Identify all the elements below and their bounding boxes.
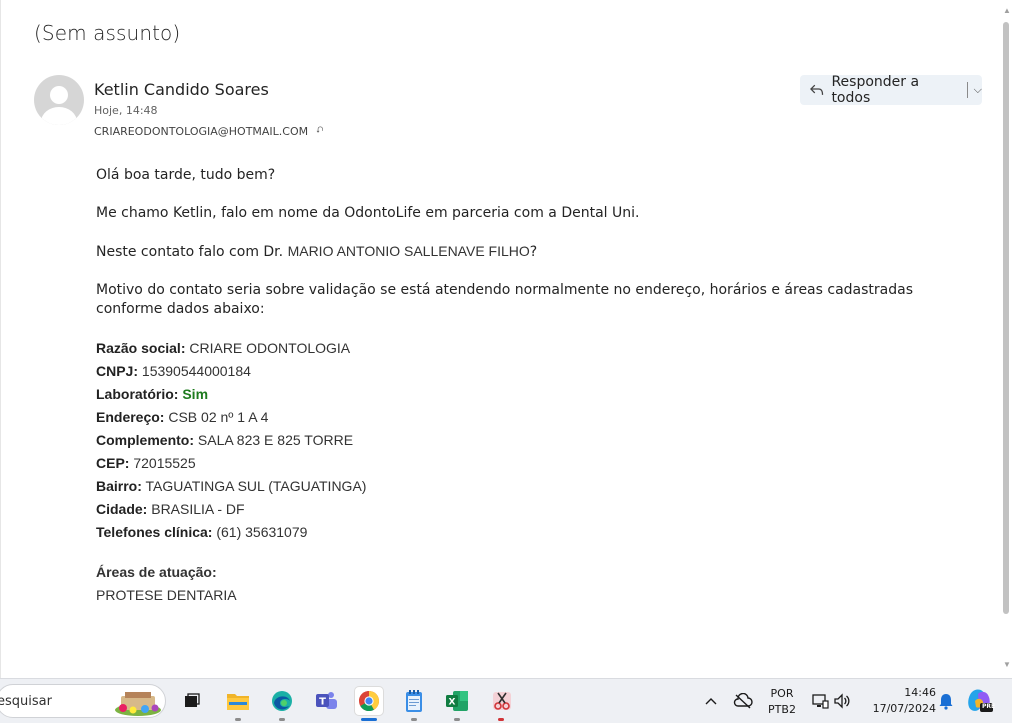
reply-all-icon: [810, 84, 824, 95]
excel-running-indicator: [454, 718, 460, 721]
field-cep: CEP: 72015525: [96, 455, 196, 471]
field-razao-social: Razão social: CRIARE ODONTOLOGIA: [96, 340, 351, 356]
sender-avatar[interactable]: [34, 75, 84, 125]
notepad-running-indicator: [411, 718, 417, 721]
field-endereco: Endereço: CSB 02 nº 1 A 4: [96, 409, 269, 425]
greeting-text: Olá boa tarde, tudo bem?: [96, 167, 276, 183]
reading-pane: (Sem assunto) Ketlin Candido Soares Hoje…: [0, 0, 1012, 678]
areas-value: PROTESE DENTARIA: [96, 587, 237, 603]
input-language-indicator[interactable]: POR PTB2: [764, 686, 800, 718]
field-cnpj: CNPJ: 15390544000184: [96, 363, 251, 379]
edge-running-indicator: [279, 718, 285, 721]
field-telefones: Telefones clínica: (61) 35631079: [96, 524, 308, 540]
field-bairro: Bairro: TAGUATINGA SUL (TAGUATINGA): [96, 478, 367, 494]
copilot-icon[interactable]: PRE: [966, 687, 996, 715]
reply-options-chevron-icon[interactable]: ⌵: [974, 83, 982, 97]
chrome-active-indicator: [361, 718, 377, 721]
field-complemento: Complemento: SALA 823 E 825 TORRE: [96, 432, 354, 448]
email-body: Olá boa tarde, tudo bem? Me chamo Ketlin…: [96, 166, 976, 607]
cloud-offline-icon[interactable]: [729, 687, 757, 715]
snipping-tool-running-indicator: [498, 718, 504, 721]
search-highlight-icon: [115, 692, 161, 716]
clock-date: 17/07/2024: [872, 702, 936, 715]
scroll-up-icon[interactable]: ▲: [1003, 6, 1011, 15]
keyboard-layout: PTB2: [768, 703, 796, 716]
field-cidade: Cidade: BRASILIA - DF: [96, 501, 245, 517]
recipient-address: CRIAREODONTOLOGIA@HOTMAIL.COM: [94, 124, 309, 138]
snipping-tool-icon[interactable]: [488, 687, 516, 715]
contact-line: Neste contato falo com Dr. MARIO ANTONIO…: [96, 243, 538, 260]
file-explorer-icon[interactable]: [224, 687, 252, 715]
language-code: POR: [770, 687, 794, 700]
sent-time: Hoje, 14:48: [94, 104, 158, 117]
file-explorer-running-indicator: [235, 718, 241, 721]
contact-name: MARIO ANTONIO SALLENAVE FILHO: [287, 243, 530, 259]
areas-label: Áreas de atuação:: [96, 564, 217, 580]
sender-name[interactable]: Ketlin Candido Soares: [94, 80, 269, 99]
reply-all-label: Responder a todos: [831, 74, 920, 106]
edge-icon[interactable]: [268, 687, 296, 715]
clock[interactable]: 14:46 17/07/2024: [862, 685, 936, 717]
svg-text:T: T: [319, 697, 326, 708]
intro-text: Me chamo Ketlin, falo em nome da OdontoL…: [96, 205, 640, 221]
search-placeholder: esquisar: [0, 694, 52, 709]
chrome-icon[interactable]: [355, 687, 383, 715]
volume-icon[interactable]: [828, 687, 856, 715]
task-view-icon[interactable]: [178, 687, 206, 715]
vertical-scrollbar[interactable]: ▲ ▼: [1001, 0, 1012, 678]
taskbar: esquisar T X POR PTB2 14:46 17/07/2024 P…: [0, 678, 1012, 723]
scrollbar-thumb[interactable]: [1003, 22, 1009, 614]
email-subject: (Sem assunto): [34, 21, 181, 45]
taskbar-search[interactable]: esquisar: [0, 684, 166, 718]
areas-section: Áreas de atuação: PROTESE DENTARIA: [96, 561, 976, 607]
teams-icon[interactable]: T: [312, 687, 340, 715]
field-laboratorio: Laboratório: Sim: [96, 386, 209, 402]
recipient-line[interactable]: CRIAREODONTOLOGIA@HOTMAIL.COM ⮏: [94, 123, 323, 139]
notepad-icon[interactable]: [400, 687, 428, 715]
scroll-down-icon[interactable]: ▼: [1003, 660, 1011, 669]
notification-bell-icon[interactable]: [932, 687, 960, 715]
reply-all-button[interactable]: Responder a todos ⌵: [800, 74, 982, 106]
copilot-badge: PRE: [982, 703, 996, 710]
show-hidden-icons-chevron-icon[interactable]: [697, 687, 725, 715]
expand-recipients-icon[interactable]: ⮏: [316, 123, 323, 139]
excel-icon[interactable]: X: [443, 687, 471, 715]
clock-time: 14:46: [904, 686, 936, 699]
svg-text:X: X: [449, 698, 456, 708]
motive-text: Motivo do contato seria sobre validação …: [96, 282, 913, 317]
